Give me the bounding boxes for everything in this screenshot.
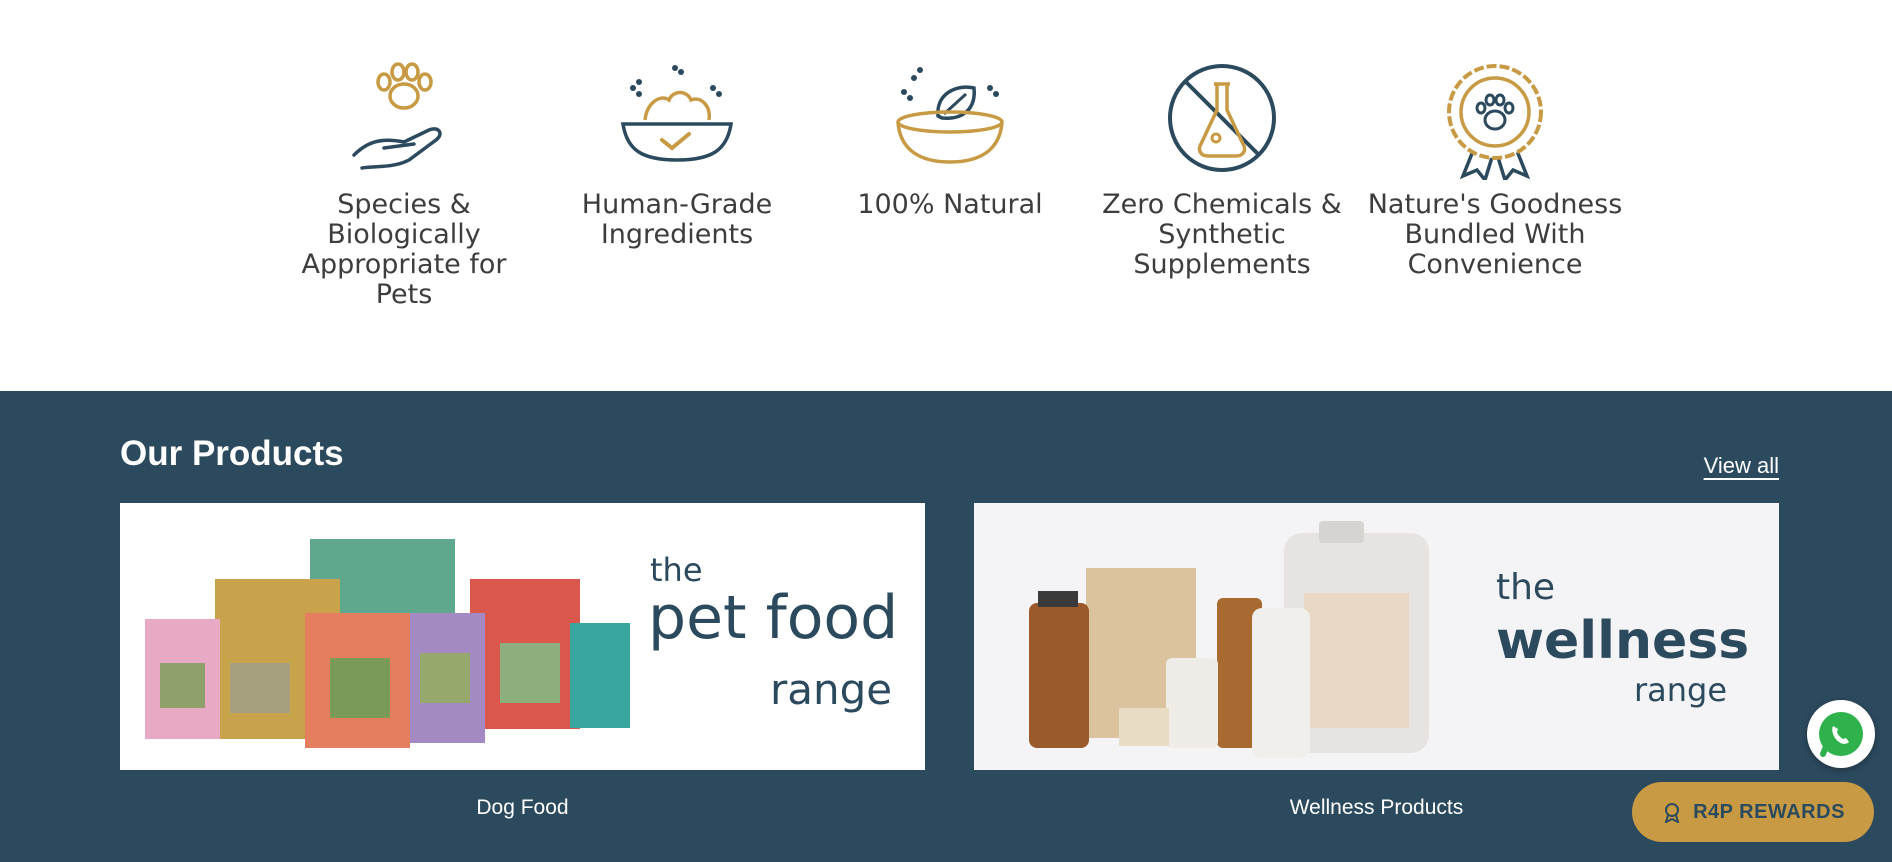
- paw-badge-icon: [1447, 64, 1543, 180]
- feature-zero-chemicals: Zero Chemicals & Synthetic Supplements: [1092, 60, 1352, 280]
- rewards-label: R4P REWARDS: [1693, 800, 1845, 823]
- rewards-badge-icon: [1664, 803, 1680, 823]
- feature-natures-goodness: Nature's Goodness Bundled With Convenien…: [1365, 60, 1625, 280]
- pet-food-boxes-illustration: [145, 539, 630, 748]
- whatsapp-icon: [1819, 712, 1863, 757]
- wellness-banner-image[interactable]: the wellness range: [974, 503, 1779, 770]
- feature-label: Species & Biologically Appropriate for P…: [301, 189, 507, 310]
- banner-word-range: range: [1634, 671, 1728, 709]
- product-card-dog-food[interactable]: the pet food range Dog Food: [120, 503, 925, 820]
- whatsapp-button[interactable]: [1807, 700, 1875, 768]
- leaf-bowl-icon: [896, 67, 1004, 164]
- rewards-button[interactable]: R4P REWARDS: [1632, 782, 1874, 842]
- feature-label: Nature's Goodness Bundled With Convenien…: [1367, 189, 1623, 280]
- feature-natural: 100% Natural: [820, 60, 1080, 220]
- no-chemicals-icon: [1168, 64, 1276, 172]
- feature-human-grade: Human-Grade Ingredients: [547, 60, 807, 250]
- banner-word-main: pet food: [648, 583, 899, 653]
- product-caption[interactable]: Dog Food: [120, 796, 925, 820]
- pet-food-banner-image[interactable]: the pet food range: [120, 503, 925, 770]
- feature-label: Human-Grade Ingredients: [581, 189, 773, 250]
- banner-word-the: the: [1496, 567, 1556, 608]
- feature-label: Zero Chemicals & Synthetic Supplements: [1102, 189, 1342, 280]
- section-title: Our Products: [120, 434, 344, 473]
- wellness-products-illustration: [1029, 521, 1429, 758]
- paw-hand-icon: [352, 62, 442, 170]
- product-card-wellness[interactable]: the wellness range Wellness Products: [974, 503, 1779, 820]
- food-bowl-check-icon: [620, 65, 734, 162]
- features-strip: Species & Biologically Appropriate for P…: [0, 0, 1892, 391]
- banner-word-range: range: [770, 665, 893, 714]
- banner-word-main: wellness: [1496, 611, 1750, 671]
- feature-label: 100% Natural: [857, 189, 1043, 220]
- our-products-section: Our Products View all the pet food range…: [0, 391, 1892, 862]
- feature-species-appropriate: Species & Biologically Appropriate for P…: [274, 60, 534, 310]
- view-all-link[interactable]: View all: [1704, 453, 1779, 479]
